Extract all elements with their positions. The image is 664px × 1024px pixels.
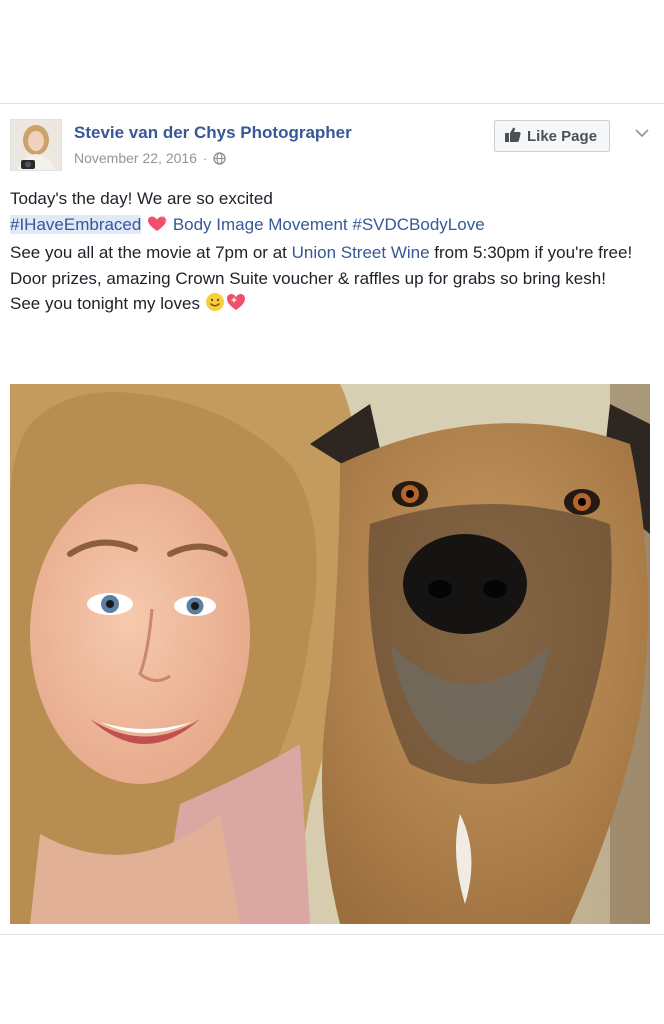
post-meta: November 22, 2016 · [74, 150, 227, 168]
chevron-down-icon[interactable] [634, 125, 650, 143]
sparkling-heart-emoji-icon [225, 292, 247, 320]
text-segment: See you tonight my loves [10, 294, 200, 313]
post-text: Today's the day! We are so excited #IHav… [10, 186, 650, 320]
facebook-post-card: Stevie van der Chys Photographer Novembe… [0, 103, 664, 935]
thumbs-up-icon [505, 127, 521, 146]
page-mention-link[interactable]: Body Image Movement [173, 215, 348, 234]
meta-separator: · [202, 150, 208, 166]
text-line-5: See you tonight my loves [10, 291, 650, 320]
heart-emoji-icon [146, 215, 168, 241]
text-line-2: #IHaveEmbraced Body Image Movement #SVDC… [10, 212, 650, 241]
hashtag-link[interactable]: #IHaveEmbraced [10, 214, 142, 234]
text-segment: See you all at the movie at 7pm or at [10, 243, 287, 262]
like-page-button[interactable]: Like Page [494, 120, 611, 152]
text-line-3: See you all at the movie at 7pm or at Un… [10, 240, 650, 266]
text-line-4: Door prizes, amazing Crown Suite voucher… [10, 268, 606, 288]
author-name[interactable]: Stevie van der Chys Photographer [74, 123, 352, 143]
text-segment: from 5:30pm if you're free! [434, 243, 633, 262]
globe-icon[interactable] [213, 152, 227, 168]
post-photo[interactable] [10, 384, 650, 924]
smile-emoji-icon [205, 292, 225, 320]
venue-link[interactable]: Union Street Wine [292, 243, 430, 262]
like-page-label: Like Page [527, 127, 598, 145]
post-header: Stevie van der Chys Photographer Novembe… [10, 119, 650, 177]
hashtag-link[interactable]: #SVDCBodyLove [352, 215, 484, 234]
avatar[interactable] [10, 119, 62, 171]
post-date[interactable]: November 22, 2016 [74, 150, 197, 166]
text-line-1: Today's the day! We are so excited [10, 189, 273, 208]
